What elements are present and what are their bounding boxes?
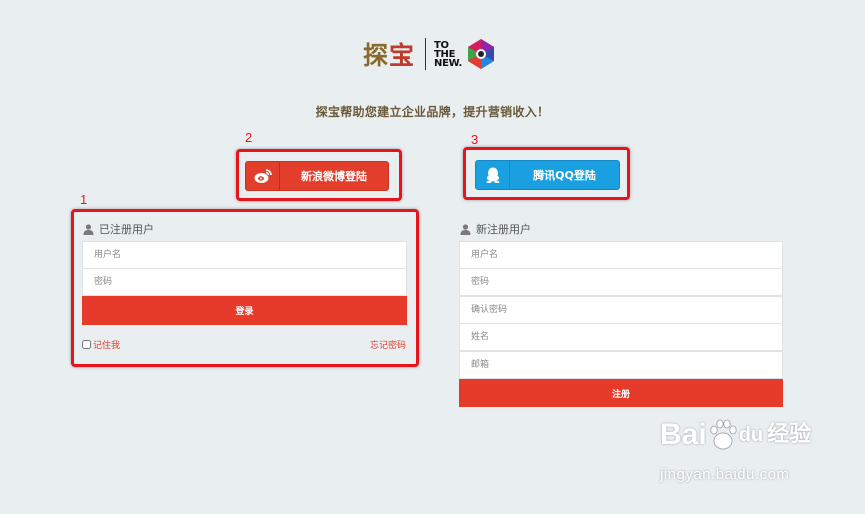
- annotation-number-2: 2: [245, 130, 253, 145]
- baidu-watermark: Bai du 经验 jingyan.baidu.com: [660, 418, 811, 483]
- register-email-input[interactable]: [459, 351, 783, 379]
- remember-me-checkbox[interactable]: [82, 340, 91, 349]
- brand-name: 探宝: [363, 41, 416, 70]
- remember-me[interactable]: 记住我: [82, 338, 120, 351]
- login-submit-button[interactable]: 登录: [82, 296, 407, 325]
- forgot-password-link[interactable]: 忘记密码: [360, 338, 406, 351]
- user-icon: [460, 223, 471, 235]
- qq-login-button[interactable]: 腾讯QQ登陆: [475, 160, 620, 190]
- register-heading-text: 新注册用户: [476, 223, 531, 236]
- site-logo: 探宝 TO THE NEW.: [363, 36, 496, 72]
- remember-me-label: 记住我: [93, 341, 121, 351]
- login-username-input[interactable]: [82, 241, 407, 269]
- partner-logo-text: TO THE NEW.: [434, 39, 463, 69]
- register-password-input[interactable]: [459, 268, 783, 296]
- login-password-input[interactable]: [82, 268, 407, 296]
- weibo-icon: [246, 162, 280, 190]
- register-confirm-password-input[interactable]: [459, 296, 783, 324]
- register-section-heading: 新注册用户: [460, 221, 531, 237]
- watermark-text-du: du: [738, 424, 764, 446]
- annotation-number-3: 3: [471, 132, 479, 147]
- register-submit-button[interactable]: 注册: [459, 379, 783, 407]
- baidu-paw-icon: [709, 419, 737, 450]
- logo-divider: [425, 38, 427, 70]
- qq-login-label: 腾讯QQ登陆: [533, 169, 596, 182]
- watermark-text-bai: Bai: [660, 418, 707, 451]
- partner-logo-icon: [468, 39, 495, 69]
- register-name-input[interactable]: [459, 323, 783, 351]
- register-username-input[interactable]: [459, 241, 783, 269]
- qq-penguin-icon: [476, 161, 510, 189]
- watermark-text-jingyan: 经验: [767, 422, 812, 447]
- user-icon: [83, 223, 94, 235]
- watermark-url: jingyan.baidu.com: [660, 466, 790, 483]
- weibo-login-label: 新浪微博登陆: [301, 170, 367, 183]
- login-heading-text: 已注册用户: [99, 223, 154, 236]
- page-tagline: 探宝帮助您建立企业品牌，提升营销收入！: [315, 105, 550, 119]
- login-section-heading: 已注册用户: [83, 221, 154, 237]
- weibo-login-button[interactable]: 新浪微博登陆: [245, 161, 389, 191]
- annotation-number-1: 1: [80, 192, 88, 207]
